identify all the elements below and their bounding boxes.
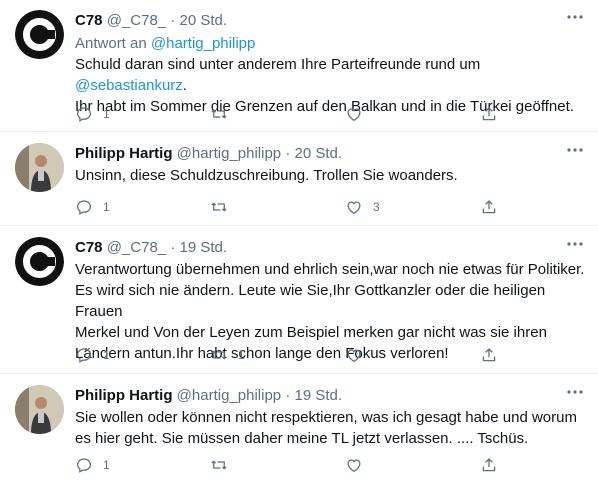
share-button[interactable] bbox=[480, 104, 498, 124]
tweet-3[interactable]: C78 @_C78_ · 19 Std. Verantwortung übern… bbox=[0, 227, 598, 374]
timestamp[interactable]: 20 Std. bbox=[294, 145, 342, 162]
more-icon[interactable] bbox=[566, 237, 584, 251]
avatar[interactable] bbox=[15, 143, 64, 192]
tweet-header: Philipp Hartig @hartig_philipp · 19 Std. bbox=[75, 386, 342, 405]
action-bar: 1 3 bbox=[75, 197, 585, 217]
separator: · bbox=[285, 387, 291, 404]
reply-context: Antwort an @hartig_philipp bbox=[75, 34, 255, 53]
like-button[interactable] bbox=[345, 104, 373, 124]
retweet-icon bbox=[211, 460, 227, 470]
text-line: es hier geht. Sie müssen daher meine TL … bbox=[75, 430, 529, 447]
reply-icon bbox=[76, 348, 92, 363]
share-button[interactable] bbox=[480, 455, 498, 475]
reply-button[interactable]: 1 bbox=[75, 104, 110, 124]
text-line: Schuld daran sind unter anderem Ihre Par… bbox=[75, 56, 481, 73]
retweet-icon bbox=[211, 350, 227, 360]
separator: · bbox=[285, 145, 291, 162]
reply-button[interactable]: 1 bbox=[75, 455, 110, 475]
reply-handle-link[interactable]: @hartig_philipp bbox=[151, 35, 255, 52]
more-icon[interactable] bbox=[566, 385, 584, 399]
timestamp[interactable]: 19 Std. bbox=[179, 239, 227, 256]
retweet-button[interactable] bbox=[210, 197, 238, 217]
action-bar: 1 1 bbox=[75, 345, 585, 365]
share-button[interactable] bbox=[480, 345, 498, 365]
tweet-text: Unsinn, diese Schuldzuschreibung. Trolle… bbox=[75, 165, 585, 186]
like-button[interactable] bbox=[345, 345, 373, 365]
more-icon[interactable] bbox=[566, 143, 584, 157]
reply-count: 1 bbox=[103, 107, 110, 121]
retweet-icon bbox=[211, 109, 227, 119]
display-name[interactable]: C78 bbox=[75, 12, 103, 29]
action-bar: 1 bbox=[75, 104, 585, 124]
like-icon bbox=[347, 349, 361, 363]
display-name[interactable]: Philipp Hartig bbox=[75, 145, 173, 162]
more-icon[interactable] bbox=[566, 10, 584, 24]
reply-button[interactable]: 1 bbox=[75, 197, 110, 217]
timestamp[interactable]: 19 Std. bbox=[294, 387, 342, 404]
tweet-text: Sie wollen oder können nicht respektiere… bbox=[75, 407, 585, 449]
share-icon bbox=[482, 200, 496, 214]
reply-count: 1 bbox=[103, 200, 110, 214]
text-line: Sie wollen oder können nicht respektiere… bbox=[75, 409, 577, 426]
tweet-1[interactable]: C78 @_C78_ · 20 Std. Antwort an @hartig_… bbox=[0, 0, 598, 132]
tweet-header: C78 @_C78_ · 19 Std. bbox=[75, 238, 227, 257]
retweet-button[interactable] bbox=[210, 104, 238, 124]
share-icon bbox=[482, 458, 496, 472]
retweet-icon bbox=[211, 202, 227, 212]
reply-prefix: Antwort an bbox=[75, 35, 151, 52]
reply-icon bbox=[76, 458, 92, 473]
share-icon bbox=[482, 348, 496, 362]
separator: · bbox=[170, 12, 176, 29]
like-icon bbox=[347, 459, 361, 473]
reply-count: 1 bbox=[103, 348, 110, 362]
text-line: Verantwortung übernehmen und ehrlich sei… bbox=[75, 261, 585, 278]
tweet-header: C78 @_C78_ · 20 Std. bbox=[75, 11, 227, 30]
tweet-4[interactable]: Philipp Hartig @hartig_philipp · 19 Std.… bbox=[0, 375, 598, 481]
tweet-2[interactable]: Philipp Hartig @hartig_philipp · 20 Std.… bbox=[0, 133, 598, 226]
share-icon bbox=[482, 107, 496, 121]
like-icon bbox=[347, 108, 361, 122]
retweet-count: 1 bbox=[238, 348, 245, 362]
reply-icon bbox=[76, 200, 92, 215]
display-name[interactable]: C78 bbox=[75, 239, 103, 256]
tweet-header: Philipp Hartig @hartig_philipp · 20 Std. bbox=[75, 144, 342, 163]
timestamp[interactable]: 20 Std. bbox=[179, 12, 227, 29]
avatar[interactable] bbox=[15, 10, 64, 59]
avatar[interactable] bbox=[15, 385, 64, 434]
separator: · bbox=[170, 239, 176, 256]
reply-button[interactable]: 1 bbox=[75, 345, 110, 365]
text-line-end: . bbox=[182, 77, 187, 94]
handle[interactable]: @_C78_ bbox=[107, 239, 166, 256]
text-line: Unsinn, diese Schuldzuschreibung. Trolle… bbox=[75, 167, 458, 184]
like-button[interactable] bbox=[345, 455, 373, 475]
like-icon bbox=[347, 201, 361, 215]
handle[interactable]: @hartig_philipp bbox=[177, 387, 281, 404]
retweet-button[interactable] bbox=[210, 455, 238, 475]
reply-icon bbox=[76, 107, 92, 122]
mention-link[interactable]: @sebastiankurz bbox=[75, 77, 183, 94]
retweet-button[interactable]: 1 bbox=[210, 345, 245, 365]
reply-count: 1 bbox=[103, 458, 110, 472]
handle[interactable]: @hartig_philipp bbox=[177, 145, 281, 162]
display-name[interactable]: Philipp Hartig bbox=[75, 387, 173, 404]
like-count: 3 bbox=[373, 200, 380, 214]
text-line: Es wird sich nie ändern. Leute wie Sie,I… bbox=[75, 282, 546, 320]
action-bar: 1 bbox=[75, 455, 585, 475]
text-line: Merkel und Von der Leyen zum Beispiel me… bbox=[75, 324, 547, 341]
share-button[interactable] bbox=[480, 197, 498, 217]
avatar[interactable] bbox=[15, 237, 64, 286]
like-button[interactable]: 3 bbox=[345, 197, 380, 217]
handle[interactable]: @_C78_ bbox=[107, 12, 166, 29]
